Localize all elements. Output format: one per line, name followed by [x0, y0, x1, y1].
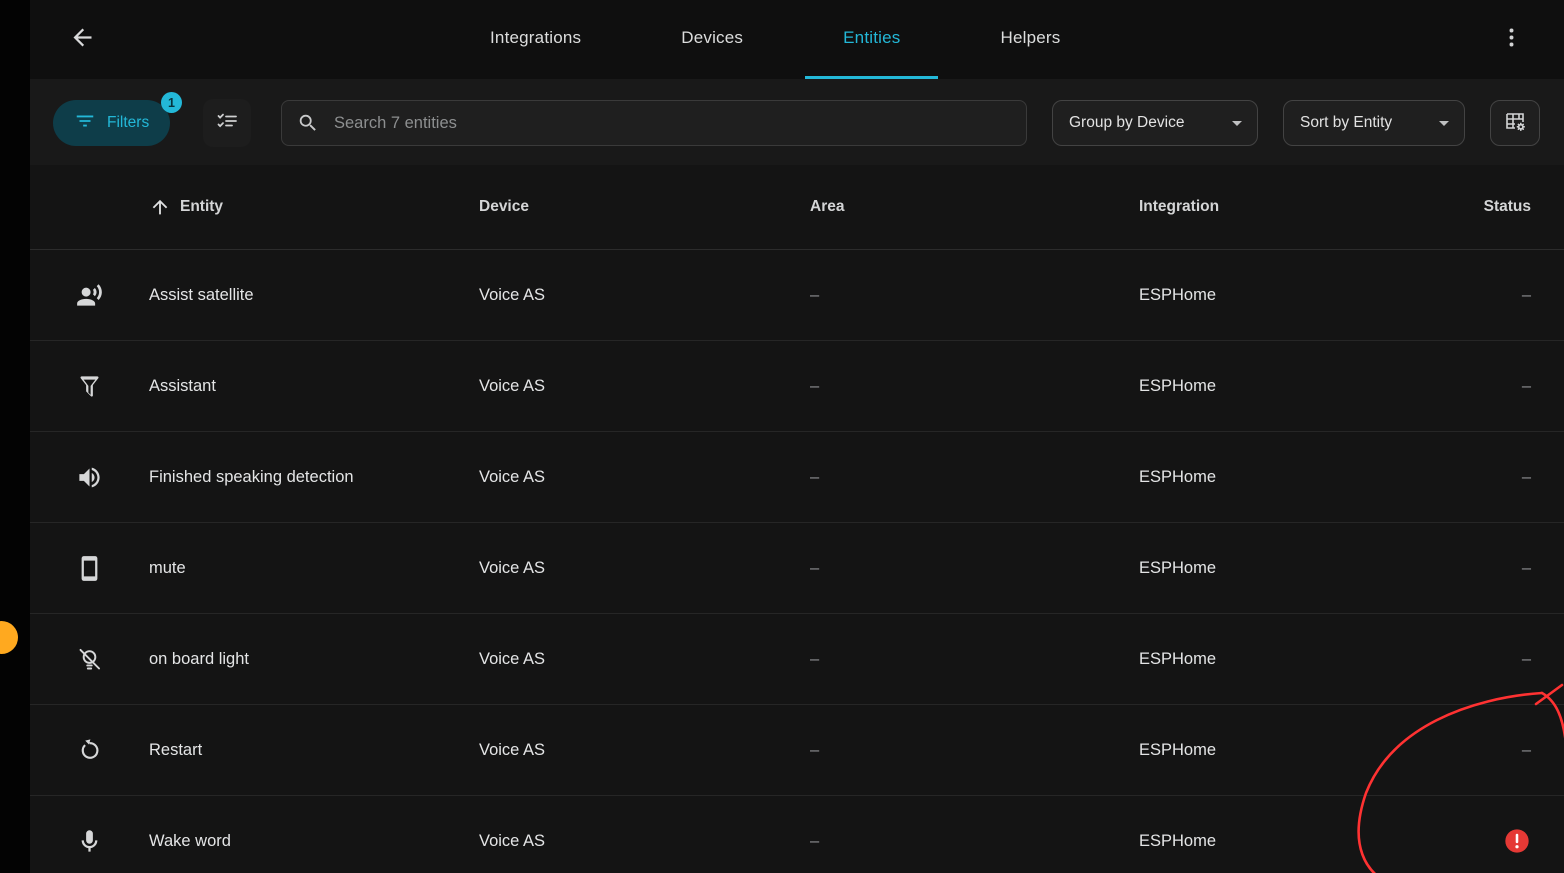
chevron-down-icon — [1225, 111, 1249, 135]
entity-name: mute — [149, 559, 479, 578]
entity-icon-cell — [30, 464, 149, 491]
entity-status: – — [1440, 559, 1564, 578]
group-by-label: Group by Device — [1069, 114, 1184, 132]
table-row[interactable]: on board light Voice AS – ESPHome – — [30, 614, 1564, 705]
column-status[interactable]: Status — [1440, 198, 1564, 216]
filters-label: Filters — [107, 114, 149, 132]
entity-device: Voice AS — [479, 650, 810, 669]
entity-integration: ESPHome — [1139, 468, 1440, 487]
entity-status: – — [1440, 286, 1564, 305]
table-header: Entity Device Area Integration Status — [30, 165, 1564, 250]
entity-name: on board light — [149, 650, 479, 669]
entity-status: – — [1440, 377, 1564, 396]
entity-area: – — [810, 559, 1139, 578]
entity-status: – — [1440, 741, 1564, 760]
entity-icon-cell — [30, 373, 149, 400]
entity-icon-cell — [30, 828, 149, 855]
entity-device: Voice AS — [479, 286, 810, 305]
entity-integration: ESPHome — [1139, 286, 1440, 305]
microphone-icon — [76, 828, 103, 855]
tab-helpers[interactable]: Helpers — [962, 0, 1098, 79]
arrow-left-icon — [69, 24, 96, 56]
table-settings-button[interactable] — [1490, 100, 1540, 146]
entity-device: Voice AS — [479, 832, 810, 851]
entity-integration: ESPHome — [1139, 559, 1440, 578]
table-row[interactable]: Finished speaking detection Voice AS – E… — [30, 432, 1564, 523]
entity-area: – — [810, 832, 1139, 851]
entity-name: Assist satellite — [149, 286, 479, 305]
entities-page: Integrations Devices Entities Helpers Fi… — [0, 0, 1564, 873]
table-row[interactable]: Assist satellite Voice AS – ESPHome – — [30, 250, 1564, 341]
column-entity-label: Entity — [180, 198, 223, 216]
overflow-menu-button[interactable] — [1496, 22, 1526, 58]
entities-table: Entity Device Area Integration Status As… — [30, 165, 1564, 873]
entity-status — [1440, 827, 1564, 855]
restart-icon — [76, 737, 103, 764]
dots-vertical-icon — [1499, 25, 1524, 55]
entity-area: – — [810, 377, 1139, 396]
sort-by-dropdown[interactable]: Sort by Entity — [1283, 100, 1465, 146]
volume-high-icon — [76, 464, 103, 491]
column-integration[interactable]: Integration — [1139, 198, 1440, 216]
table-body: Assist satellite Voice AS – ESPHome – As… — [30, 250, 1564, 873]
entity-name: Finished speaking detection — [149, 468, 479, 487]
filters-count-badge: 1 — [161, 92, 182, 113]
table-row[interactable]: Restart Voice AS – ESPHome – — [30, 705, 1564, 796]
entity-icon-cell — [30, 555, 149, 582]
table-row[interactable]: mute Voice AS – ESPHome – — [30, 523, 1564, 614]
table-row[interactable]: Assistant Voice AS – ESPHome – — [30, 341, 1564, 432]
filter-outline-icon — [76, 373, 103, 400]
selection-mode-button[interactable] — [203, 99, 251, 147]
entity-area: – — [810, 286, 1139, 305]
table-cog-icon — [1503, 109, 1527, 138]
entity-status: – — [1440, 468, 1564, 487]
error-status-icon[interactable] — [1503, 827, 1531, 855]
list-checks-icon — [215, 109, 239, 138]
entity-name: Wake word — [149, 832, 479, 851]
tab-devices[interactable]: Devices — [643, 0, 781, 79]
entity-device: Voice AS — [479, 468, 810, 487]
sort-by-label: Sort by Entity — [1300, 114, 1392, 132]
entity-area: – — [810, 741, 1139, 760]
entity-integration: ESPHome — [1139, 377, 1440, 396]
chevron-down-icon — [1432, 111, 1456, 135]
column-entity[interactable]: Entity — [149, 196, 479, 218]
sort-ascending-icon[interactable] — [149, 196, 171, 218]
entity-device: Voice AS — [479, 741, 810, 760]
entity-area: – — [810, 468, 1139, 487]
table-row[interactable]: Wake word Voice AS – ESPHome — [30, 796, 1564, 873]
nav-tabs: Integrations Devices Entities Helpers — [452, 0, 1098, 79]
entity-device: Voice AS — [479, 559, 810, 578]
entity-name: Assistant — [149, 377, 479, 396]
entity-integration: ESPHome — [1139, 832, 1440, 851]
entity-status: – — [1440, 650, 1564, 669]
search-icon — [297, 112, 319, 134]
tab-entities[interactable]: Entities — [805, 0, 938, 79]
entity-integration: ESPHome — [1139, 650, 1440, 669]
filter-variant-icon — [74, 110, 96, 137]
entity-name: Restart — [149, 741, 479, 760]
group-by-dropdown[interactable]: Group by Device — [1052, 100, 1258, 146]
lightbulb-off-icon — [76, 646, 103, 673]
search-input[interactable] — [332, 113, 1011, 134]
entity-icon-cell — [30, 737, 149, 764]
left-edge-strip — [0, 0, 30, 873]
tab-integrations[interactable]: Integrations — [452, 0, 619, 79]
entity-integration: ESPHome — [1139, 741, 1440, 760]
entity-area: – — [810, 650, 1139, 669]
column-device[interactable]: Device — [479, 198, 810, 216]
entity-icon-cell — [30, 282, 149, 309]
entity-icon-cell — [30, 646, 149, 673]
assist-satellite-icon — [76, 282, 103, 309]
back-button[interactable] — [64, 22, 100, 58]
search-field[interactable] — [281, 100, 1027, 146]
entity-device: Voice AS — [479, 377, 810, 396]
cellphone-icon — [76, 555, 103, 582]
column-area[interactable]: Area — [810, 198, 1139, 216]
app-header: Integrations Devices Entities Helpers — [0, 0, 1564, 79]
filters-button[interactable]: Filters — [53, 100, 170, 146]
